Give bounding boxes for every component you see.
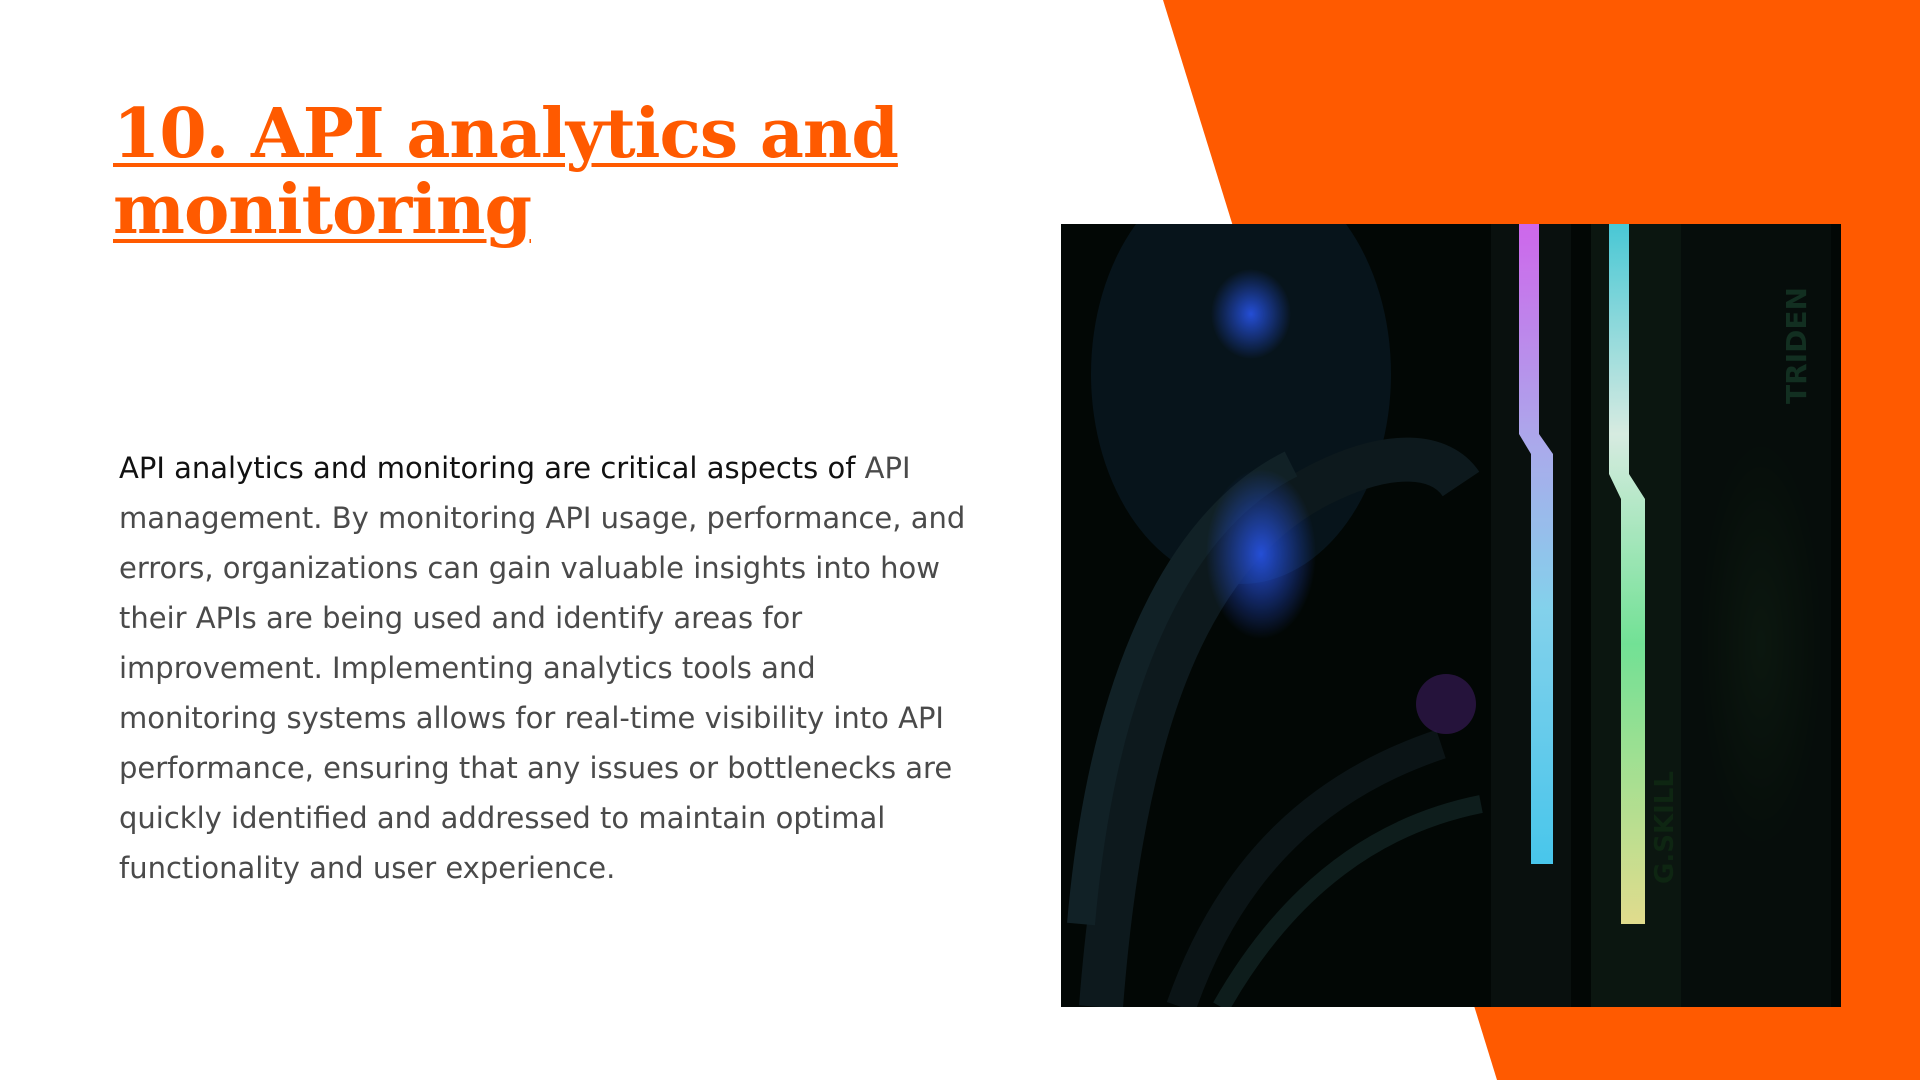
body-paragraph: API analytics and monitoring are critica… [119, 443, 969, 893]
body-rest-text: API management. By monitoring API usage,… [119, 451, 966, 885]
slide: 10. API analytics and monitoring API ana… [0, 0, 1920, 1080]
ram-photo: TRIDEN G.SKILL [1061, 224, 1841, 1007]
slide-title: 10. API analytics and monitoring [113, 94, 899, 250]
body-lead-text: API analytics and monitoring are critica… [119, 451, 856, 485]
ram-photo-illustration: TRIDEN G.SKILL [1061, 224, 1841, 1007]
